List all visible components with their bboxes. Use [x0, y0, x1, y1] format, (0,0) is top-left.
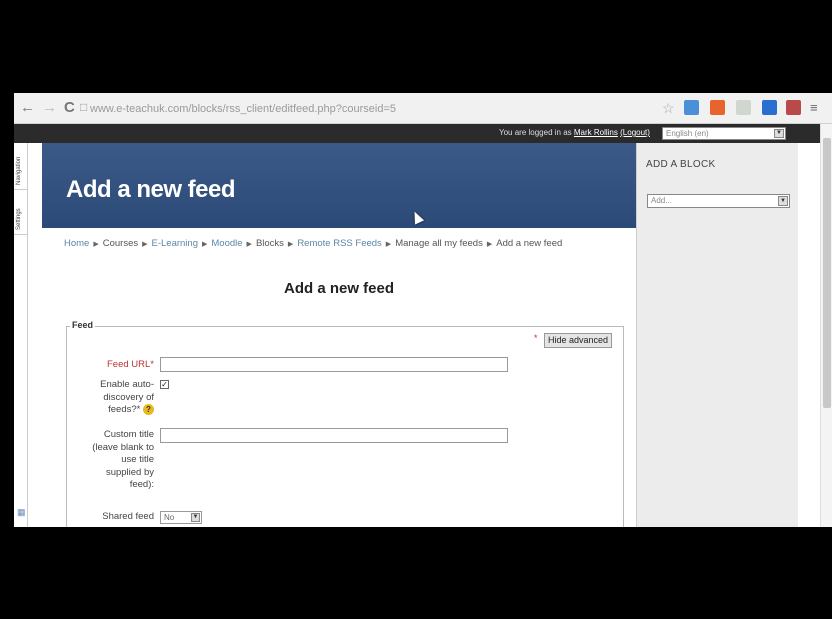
- shared-feed-value: No: [164, 513, 175, 522]
- left-dock: Navigation Settings ▦: [14, 143, 28, 527]
- star-icon[interactable]: ☆: [662, 100, 675, 116]
- dock-panel-icon[interactable]: ▦: [17, 507, 26, 518]
- page-scrollbar[interactable]: [820, 124, 832, 527]
- shared-feed-label: Shared feed: [102, 511, 154, 522]
- breadcrumb-item[interactable]: E-Learning: [152, 238, 198, 249]
- add-block-value: Add...: [651, 196, 672, 205]
- label-line: feed):: [129, 479, 154, 490]
- chevron-down-icon: ▼: [774, 129, 784, 138]
- dock-tab-label: Settings: [16, 208, 22, 230]
- breadcrumb-item[interactable]: Remote RSS Feeds: [297, 238, 381, 249]
- extension-icon[interactable]: [786, 100, 801, 115]
- dock-tab-navigation[interactable]: Navigation: [14, 143, 28, 190]
- dock-tab-settings[interactable]: Settings: [14, 190, 28, 235]
- extension-icon[interactable]: [710, 100, 725, 115]
- extension-icon[interactable]: [684, 100, 699, 115]
- browser-toolbar: ← → C □ www.e-teachuk.com/blocks/rss_cli…: [14, 93, 832, 124]
- back-icon[interactable]: ←: [20, 100, 35, 116]
- add-block-select[interactable]: Add... ▼: [647, 194, 790, 208]
- add-block-title: ADD A BLOCK: [646, 159, 716, 170]
- browser-frame: ← → C □ www.e-teachuk.com/blocks/rss_cli…: [14, 93, 832, 527]
- label-line: use title: [121, 454, 154, 465]
- shared-feed-select[interactable]: No ▼: [160, 511, 202, 524]
- language-select[interactable]: English (en) ▼: [662, 127, 786, 140]
- page-title: Add a new feed: [284, 280, 395, 297]
- chevron-down-icon: ▼: [778, 196, 788, 206]
- label-line: Custom title: [103, 429, 154, 440]
- login-info: You are logged in as Mark Rollins (Logou…: [499, 128, 650, 137]
- address-bar[interactable]: www.e-teachuk.com/blocks/rss_client/edit…: [90, 100, 590, 118]
- scrollbar-thumb[interactable]: [823, 138, 831, 408]
- page-header: Add a new feed: [42, 143, 636, 228]
- label-line: discovery of: [103, 391, 154, 403]
- autodiscover-checkbox[interactable]: ✓: [160, 380, 169, 389]
- required-marker: *: [534, 333, 538, 343]
- breadcrumb: Home ▶ Courses ▶ E-Learning ▶ Moodle ▶ Blocks ▶ Re…: [64, 238, 563, 249]
- menu-icon[interactable]: ≡: [810, 100, 818, 116]
- breadcrumb-item[interactable]: Moodle: [211, 238, 242, 249]
- feed-url-input[interactable]: [160, 357, 508, 372]
- extension-icon[interactable]: [736, 100, 751, 115]
- page-icon: □: [80, 100, 88, 114]
- dock-tab-label: Navigation: [16, 156, 22, 185]
- fieldset-legend: Feed: [70, 320, 96, 330]
- extension-icon[interactable]: [762, 100, 777, 115]
- custom-title-input[interactable]: [160, 428, 508, 443]
- custom-title-label: Custom title (leave blank to use title s…: [64, 429, 154, 492]
- language-value: English (en): [666, 129, 709, 138]
- breadcrumb-item[interactable]: Home: [64, 238, 89, 249]
- breadcrumb-item: Courses: [102, 238, 139, 249]
- breadcrumb-item[interactable]: Manage all my feeds: [395, 238, 483, 249]
- hide-advanced-button[interactable]: Hide advanced: [544, 333, 613, 348]
- label-line: supplied by: [105, 466, 154, 478]
- logout-link[interactable]: (Logout): [620, 128, 650, 137]
- breadcrumb-item: Add a new feed: [496, 238, 563, 249]
- label-line: Enable auto-: [100, 379, 154, 390]
- help-icon[interactable]: ?: [143, 404, 154, 415]
- right-block-column: ADD A BLOCK Add... ▼: [636, 143, 798, 527]
- autodiscover-label: Enable auto- discovery of feeds?* ?: [74, 379, 154, 417]
- forward-icon[interactable]: →: [42, 100, 57, 116]
- login-prefix: You are logged in as: [499, 128, 574, 137]
- breadcrumb-item: Blocks: [255, 238, 284, 249]
- header-title: Add a new feed: [66, 176, 236, 203]
- moodle-topbar: You are logged in as Mark Rollins (Logou…: [14, 124, 832, 143]
- reload-icon[interactable]: C: [64, 100, 75, 116]
- chevron-down-icon: ▼: [191, 513, 200, 522]
- feed-url-label: Feed URL*: [107, 359, 154, 370]
- user-link[interactable]: Mark Rollins: [574, 128, 618, 137]
- label-line: (leave blank to: [92, 441, 154, 453]
- label-line: feeds?*: [108, 404, 141, 416]
